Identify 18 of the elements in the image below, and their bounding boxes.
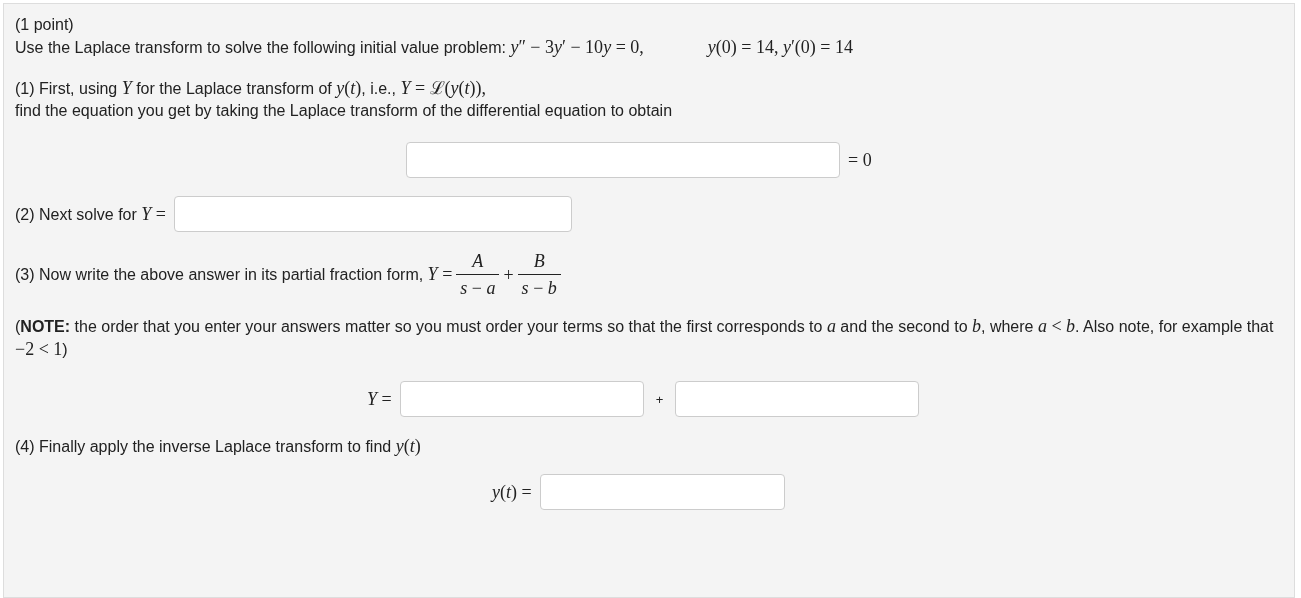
input-field[interactable] [173,196,572,232]
equation-suffix: = 0 [848,149,872,171]
problem-statement: Use the Laplace transform to solve the following initial value problem: y″ − 3y′ − 10y = 0, [15,36,644,59]
input-field[interactable] [539,474,785,510]
instruction-text: (3) Now write the above answer in its partial fraction form, Y = A s − a + B s − b [15,250,565,299]
instruction-text: (2) Next solve for Y = [15,202,166,226]
answer-label: y(t) = [492,481,532,503]
points-label: (1 point) [15,15,75,35]
answer-label: Y = [367,388,392,410]
plus-sign: + [654,391,665,407]
instruction-text: (4) Finally apply the inverse Laplace transform to find y(t) [15,435,422,458]
input-field[interactable] [406,142,840,178]
input-field[interactable] [399,381,644,417]
instruction-text: find the equation you get by taking the Laplace transform of the differential equation to obtain [15,101,674,121]
note-text: (NOTE: the order that you enter your answers matter so you must order your terms so that the first corresponds to a and the second to b, where a < b. Also note, for example that −2 < 1) [15,315,1275,361]
initial-conditions: y(0) = 14, y′(0) = 14 [707,37,853,58]
input-field[interactable] [675,381,920,417]
instruction-text: (1) First, using Y for the Laplace transform of y(t), i.e., Y = ℒ(y(t)), [15,77,488,100]
